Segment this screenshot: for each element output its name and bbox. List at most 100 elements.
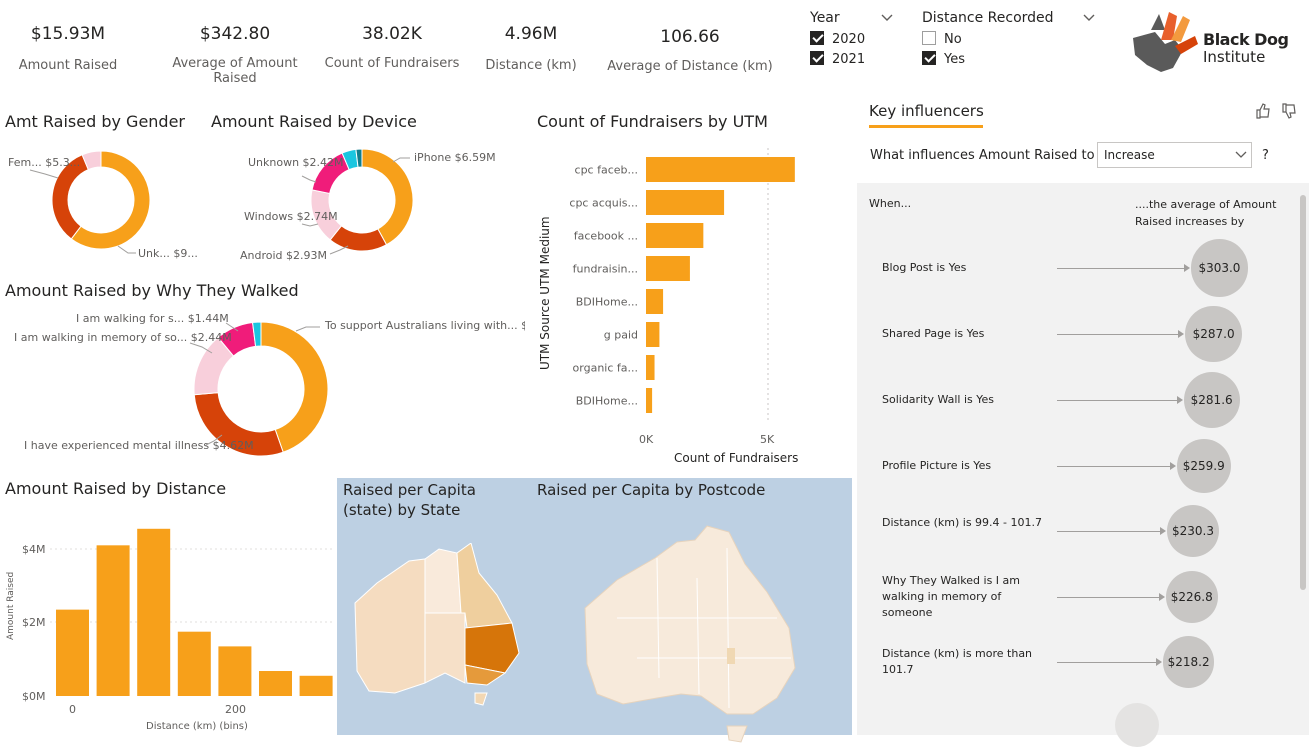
ki-direction-dropdown[interactable]: Increase [1097,142,1252,168]
arrow-right-icon [1158,593,1165,601]
kpi-label: Amount Raised [18,58,118,73]
bar[interactable] [56,609,89,696]
bar[interactable] [137,528,171,696]
kpi-value: $15.93M [30,24,106,44]
y-tick-label: cpc faceb... [575,164,638,177]
slicer-item-2020[interactable]: 2020 [810,31,898,51]
ki-row-label[interactable]: Profile Picture is Yes [882,458,1042,474]
bar[interactable] [646,190,725,215]
ki-value-bubble[interactable]: $259.9 [1176,438,1231,494]
map-region-qld[interactable] [456,543,513,629]
map-region-wa[interactable] [354,558,426,694]
ki-row-label[interactable]: Blog Post is Yes [882,260,1042,276]
ki-value-bubble[interactable]: $303.0 [1190,239,1249,297]
kpi-amount-raised: $15.93M Amount Raised [8,24,128,73]
ki-row-label[interactable]: Solidarity Wall is Yes [882,392,1042,408]
map-region-nsw[interactable] [464,622,520,674]
ki-question: What influences Amount Raised to [870,148,1095,163]
map-postcode-cluster [727,648,735,664]
bar[interactable] [218,646,252,696]
bar[interactable] [96,545,130,696]
slicer-item-yes[interactable]: Yes [922,51,1102,71]
bar[interactable] [177,631,211,696]
chart-title-gender: Amt Raised by Gender [5,112,185,131]
chevron-down-icon[interactable] [880,13,894,23]
arrow-right-icon [1155,658,1162,666]
kpi-distance: 4.96M Distance (km) [476,24,586,73]
data-label: Unk... $9... [138,247,198,260]
bar-chart-utm[interactable]: UTM Source UTM Medium cpc faceb... cpc ac… [530,138,850,470]
ki-row-label[interactable]: Distance (km) is 99.4 - 101.7 [882,515,1042,531]
map-australia-postcodes[interactable] [577,518,807,748]
ki-fade-bubble [1115,703,1159,747]
ki-row-label[interactable]: Distance (km) is more than 101.7 [882,646,1042,678]
y-axis-title: UTM Source UTM Medium [538,216,552,370]
kpi-value: $342.80 [199,24,271,44]
ki-dropdown-value: Increase [1104,148,1155,162]
thumbs-down-icon[interactable] [1280,102,1298,120]
bar-chart-distance[interactable]: Amount Raised $4M $2M $0M 0 200 Distance… [0,500,335,735]
slicer-year-header[interactable]: Year [810,10,898,28]
logo: Black Dog Institute [1125,10,1305,75]
map-region-tas[interactable] [474,692,488,706]
ki-value-bubble[interactable]: $218.2 [1162,636,1215,688]
chart-title-distance: Amount Raised by Distance [5,479,227,498]
map-australia-states[interactable] [347,543,537,743]
data-label: Windows $2.74M [244,210,338,223]
y-tick-label: facebook ... [574,230,638,243]
chevron-down-icon[interactable] [1082,13,1096,23]
bar[interactable] [646,355,655,380]
checkbox-checked[interactable] [810,51,824,65]
ki-value-bubble[interactable]: $226.8 [1165,571,1218,623]
bar[interactable] [259,671,292,696]
donut-gender[interactable]: Fem... $5.3... Unk... $9... [0,138,210,268]
donut-device[interactable]: iPhone $6.59M Unknown $2.42M Windows $2.… [210,138,520,268]
bar[interactable] [646,322,660,347]
ki-row-label[interactable]: Why They Walked is I am walking in memor… [882,573,1042,621]
slicer-item-2021[interactable]: 2021 [810,51,898,71]
slicer-distance-recorded[interactable]: Distance Recorded No Yes [922,10,1102,71]
x-axis-title: Count of Fundraisers [674,451,798,465]
bar[interactable] [646,256,690,281]
y-tick-label: $4M [22,543,46,556]
ki-panel: When... ....the average of Amount Raised… [857,183,1309,747]
ki-value-bubble[interactable]: $287.0 [1185,305,1242,363]
scrollbar[interactable] [1300,195,1306,590]
map-panel[interactable]: Raised per Capita (state) by State Raise… [337,478,852,743]
slicer-distance-title: Distance Recorded [922,10,1054,26]
bar[interactable] [646,157,795,182]
tab-key-influencers-label: Key influencers [869,102,984,120]
data-label: I have experienced mental illness $4.62M [24,439,254,452]
map-region-tas[interactable] [726,725,748,743]
bar[interactable] [646,289,664,314]
help-icon[interactable]: ? [1262,148,1269,163]
map-region-nt[interactable] [424,548,462,614]
checkbox-unchecked[interactable] [922,31,936,45]
checkbox-checked[interactable] [810,31,824,45]
map-region-sa[interactable] [424,612,466,684]
ki-value-bubble[interactable]: $281.6 [1183,372,1240,428]
bar[interactable] [646,223,704,248]
x-tick-label: 200 [225,703,246,716]
slicer-year[interactable]: Year 2020 2021 [810,10,898,71]
bar[interactable] [299,675,333,696]
slicer-item-no[interactable]: No [922,31,1102,51]
slicer-item-label: No [944,32,962,47]
donut-why-walked[interactable]: To support Australians living with... $7… [0,305,525,470]
thumbs-up-icon[interactable] [1254,102,1272,120]
tab-key-influencers[interactable]: Key influencers [869,102,984,128]
ki-connector-line [1057,268,1185,269]
map-land[interactable] [584,525,796,715]
ki-row-label[interactable]: Shared Page is Yes [882,326,1042,342]
ki-value-bubble[interactable]: $230.3 [1166,504,1220,558]
arrow-right-icon [1159,527,1166,535]
y-tick-label: cpc acquis... [569,197,638,210]
donut-slice[interactable] [361,148,414,246]
checkbox-checked[interactable] [922,51,936,65]
tab-underline [869,125,983,128]
kpi-label: Average of Distance (km) [607,59,773,74]
ki-connector-line [1057,597,1160,598]
bar[interactable] [646,388,653,413]
slicer-distance-header[interactable]: Distance Recorded [922,10,1102,28]
slicer-year-title: Year [810,10,840,26]
